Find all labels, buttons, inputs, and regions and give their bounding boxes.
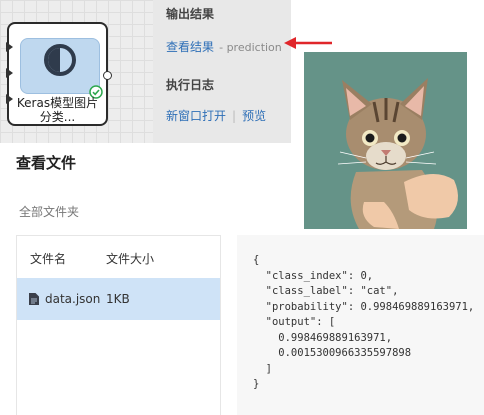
view-result-row: 查看结果 - prediction <box>166 36 282 55</box>
view-result-suffix: - prediction <box>219 41 282 54</box>
breadcrumb-all-folders[interactable]: 全部文件夹 <box>19 203 79 220</box>
node-icon-tile <box>20 38 103 99</box>
half-circle-icon <box>44 44 76 76</box>
file-icon <box>29 293 39 305</box>
file-name: data.json <box>45 292 101 306</box>
preview-link[interactable]: 预览 <box>242 109 266 123</box>
open-new-window-link[interactable]: 新窗口打开 <box>166 109 226 123</box>
keras-image-classifier-node[interactable]: Keras模型图片 分类... <box>6 22 112 126</box>
log-actions-row: 新窗口打开 | 预览 <box>166 105 266 124</box>
node-label-line2: 分类... <box>39 110 76 124</box>
input-port-1[interactable] <box>6 42 13 52</box>
column-header-filesize: 文件大小 <box>106 252 155 266</box>
file-row[interactable]: data.json 1KB <box>17 278 220 320</box>
json-preview-panel: { "class_index": 0, "class_label": "cat"… <box>237 235 484 415</box>
json-content: { "class_index": 0, "class_label": "cat"… <box>253 254 475 390</box>
output-section-title: 输出结果 <box>166 7 215 21</box>
file-list-header: 文件名 文件大小 <box>17 236 220 278</box>
output-panel: 输出结果 查看结果 - prediction 执行日志 新窗口打开 | 预览 <box>153 0 291 143</box>
workflow-canvas[interactable]: Keras模型图片 分类... <box>0 0 153 143</box>
input-port-2[interactable] <box>6 68 13 78</box>
output-port[interactable] <box>103 71 112 80</box>
file-size: 1KB <box>106 292 130 306</box>
node-label: Keras模型图片 分类... <box>9 96 106 124</box>
separator: | <box>232 109 237 123</box>
file-viewer-title: 查看文件 <box>16 154 77 172</box>
annotation-arrow-icon <box>284 37 332 49</box>
node-label-line1: Keras模型图片 <box>16 96 99 110</box>
log-section-title: 执行日志 <box>166 78 215 92</box>
cat-image <box>304 52 467 229</box>
column-header-filename: 文件名 <box>30 252 67 266</box>
view-result-link[interactable]: 查看结果 <box>166 40 214 54</box>
file-list-panel: 文件名 文件大小 data.json 1KB <box>16 235 221 415</box>
